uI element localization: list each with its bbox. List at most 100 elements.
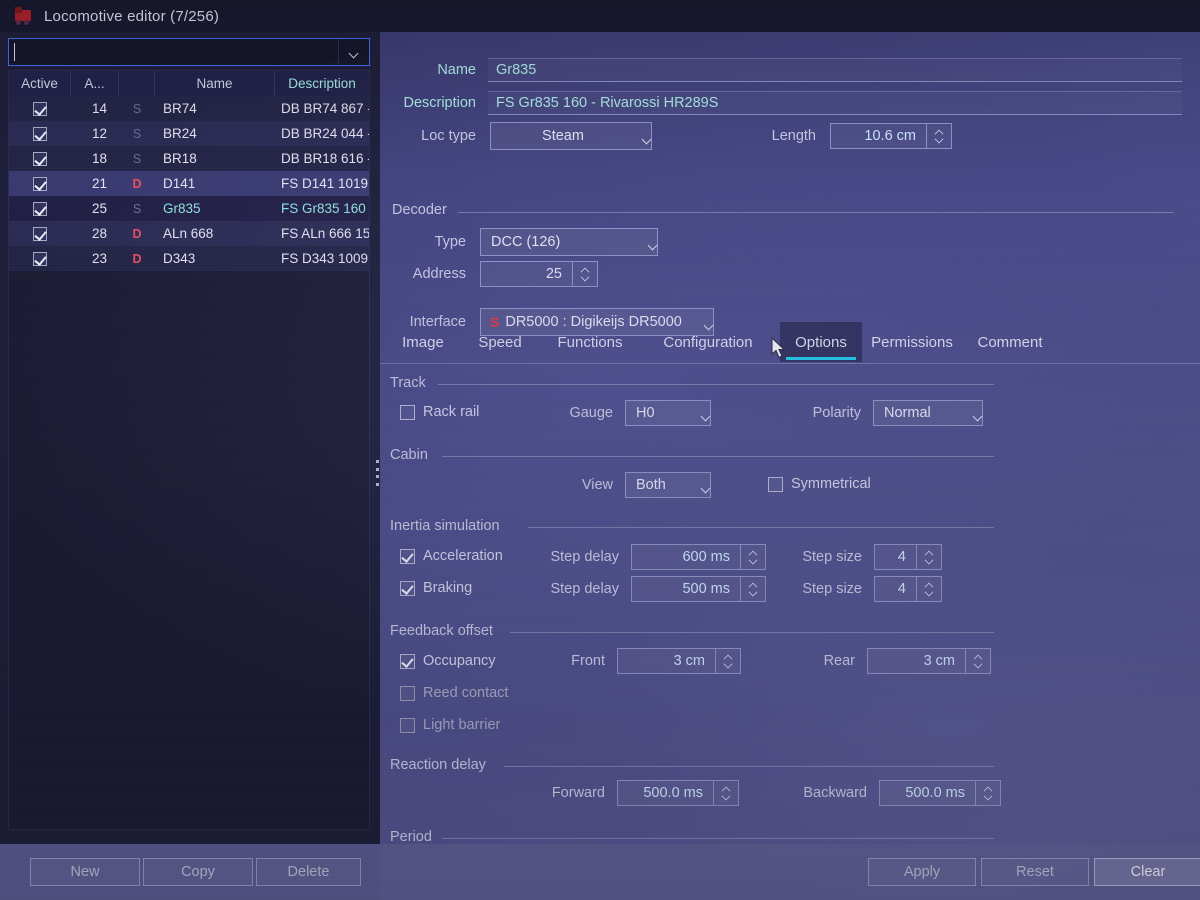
tab-label: Options [795, 334, 847, 351]
column-header-name[interactable]: Name [155, 71, 275, 96]
delete-button[interactable]: Delete [256, 858, 361, 886]
tab-image[interactable]: Image [388, 322, 458, 362]
polarity-select[interactable]: Normal [873, 400, 983, 426]
apply-button[interactable]: Apply [868, 858, 976, 886]
tab-speed[interactable]: Speed [466, 322, 534, 362]
column-header-description[interactable]: Description [275, 71, 369, 96]
track-group-divider [438, 384, 994, 385]
column-header-active[interactable]: Active [9, 71, 71, 96]
column-header-address[interactable]: A... [71, 71, 119, 96]
decoder-type-select[interactable]: DCC (126) [480, 228, 658, 256]
forward-delay-value: 500.0 ms [618, 781, 713, 805]
stepper-icon[interactable] [916, 577, 941, 601]
rear-offset-spinner[interactable]: 3 cm [867, 648, 991, 674]
stepper-icon[interactable] [740, 545, 765, 569]
decoder-address-spinner[interactable]: 25 [480, 261, 598, 287]
period-group-label: Period [390, 829, 440, 845]
row-type-badge: S [119, 196, 155, 221]
name-field[interactable] [488, 58, 1182, 82]
locomotive-editor-window: Locomotive editor (7/256) Active A... Na… [0, 0, 1200, 900]
stepper-icon[interactable] [715, 649, 740, 673]
address-stepper-icon[interactable] [572, 262, 597, 286]
track-group-label: Track [390, 375, 434, 391]
table-row[interactable]: 14SBR74DB BR74 867 - Tri... [9, 96, 369, 121]
row-active-checkbox[interactable] [9, 171, 71, 196]
locomotive-table[interactable]: Active A... Name Description 14SBR74DB B… [8, 70, 370, 830]
front-offset-spinner[interactable]: 3 cm [617, 648, 741, 674]
locomotive-list-panel: Active A... Name Description 14SBR74DB B… [0, 32, 380, 844]
braking-checkbox[interactable]: Braking [400, 580, 472, 596]
row-name: BR18 [155, 146, 275, 171]
stepper-icon[interactable] [713, 781, 738, 805]
accel-step-delay-spinner[interactable]: 600 ms [631, 544, 766, 570]
accel-step-delay-value: 600 ms [632, 545, 740, 569]
tab-label: Speed [478, 334, 521, 351]
panel-splitter-handle[interactable] [374, 460, 380, 486]
tab-configuration[interactable]: Configuration [646, 322, 770, 362]
search-combobox[interactable] [8, 38, 370, 66]
row-address: 14 [71, 96, 119, 121]
search-input[interactable] [9, 39, 338, 65]
active-tab-underline [786, 357, 856, 360]
loc-type-select[interactable]: Steam [490, 122, 652, 150]
polarity-label: Polarity [795, 405, 861, 421]
new-button[interactable]: New [30, 858, 140, 886]
stepper-icon[interactable] [975, 781, 1000, 805]
gauge-label: Gauge [555, 405, 613, 421]
checkbox-box [33, 252, 47, 266]
tab-permissions[interactable]: Permissions [864, 322, 960, 362]
reset-button[interactable]: Reset [981, 858, 1089, 886]
table-row[interactable]: 23DD343FS D343 1009 - R... [9, 246, 369, 271]
table-row[interactable]: 25SGr835FS Gr835 160 - Ri... [9, 196, 369, 221]
brake-step-size-spinner[interactable]: 4 [874, 576, 942, 602]
brake-step-delay-spinner[interactable]: 500 ms [631, 576, 766, 602]
row-description: FS Gr835 160 - Ri... [275, 196, 369, 221]
row-description: DB BR18 616 - R... [275, 146, 369, 171]
stepper-icon[interactable] [916, 545, 941, 569]
view-value: Both [626, 477, 666, 493]
checkbox-box [33, 152, 47, 166]
acceleration-checkbox[interactable]: Acceleration [400, 548, 503, 564]
tab-functions[interactable]: Functions [544, 322, 636, 362]
column-header-type[interactable] [119, 71, 155, 96]
forward-delay-spinner[interactable]: 500.0 ms [617, 780, 739, 806]
occupancy-checkbox[interactable]: Occupancy [400, 653, 496, 669]
reed-contact-checkbox[interactable]: Reed contact [400, 685, 508, 701]
row-active-checkbox[interactable] [9, 121, 71, 146]
symmetrical-checkbox[interactable]: Symmetrical [768, 476, 871, 492]
gauge-select[interactable]: H0 [625, 400, 711, 426]
checkbox-box [400, 718, 415, 733]
stepper-icon[interactable] [965, 649, 990, 673]
inertia-group-label: Inertia simulation [390, 518, 508, 534]
row-type-badge: S [119, 146, 155, 171]
chevron-down-icon[interactable] [338, 39, 369, 65]
copy-button[interactable]: Copy [143, 858, 253, 886]
decoder-address-label: Address [380, 266, 466, 282]
stepper-icon[interactable] [740, 577, 765, 601]
cabin-group-divider [442, 456, 994, 457]
clear-button[interactable]: Clear [1094, 858, 1200, 886]
row-active-checkbox[interactable] [9, 246, 71, 271]
tab-comment[interactable]: Comment [964, 322, 1056, 362]
row-active-checkbox[interactable] [9, 221, 71, 246]
view-select[interactable]: Both [625, 472, 711, 498]
row-active-checkbox[interactable] [9, 96, 71, 121]
rack-rail-checkbox[interactable]: Rack rail [400, 404, 479, 420]
row-name: D141 [155, 171, 275, 196]
backward-label: Backward [791, 785, 867, 801]
accel-step-size-spinner[interactable]: 4 [874, 544, 942, 570]
row-active-checkbox[interactable] [9, 146, 71, 171]
table-row[interactable]: 21DD141FS D141 1019 - Pi... [9, 171, 369, 196]
row-name: Gr835 [155, 196, 275, 221]
length-spinner[interactable]: 10.6 cm [830, 123, 952, 149]
row-active-checkbox[interactable] [9, 196, 71, 221]
tab-options[interactable]: Options [780, 322, 862, 362]
table-row[interactable]: 18SBR18DB BR18 616 - R... [9, 146, 369, 171]
row-address: 12 [71, 121, 119, 146]
backward-delay-spinner[interactable]: 500.0 ms [879, 780, 1001, 806]
table-row[interactable]: 28DALn 668FS ALn 666 1505 -... [9, 221, 369, 246]
length-stepper-icon[interactable] [926, 124, 951, 148]
light-barrier-checkbox[interactable]: Light barrier [400, 717, 500, 733]
table-row[interactable]: 12SBR24DB BR24 044 - Tri... [9, 121, 369, 146]
description-field[interactable] [488, 91, 1182, 115]
